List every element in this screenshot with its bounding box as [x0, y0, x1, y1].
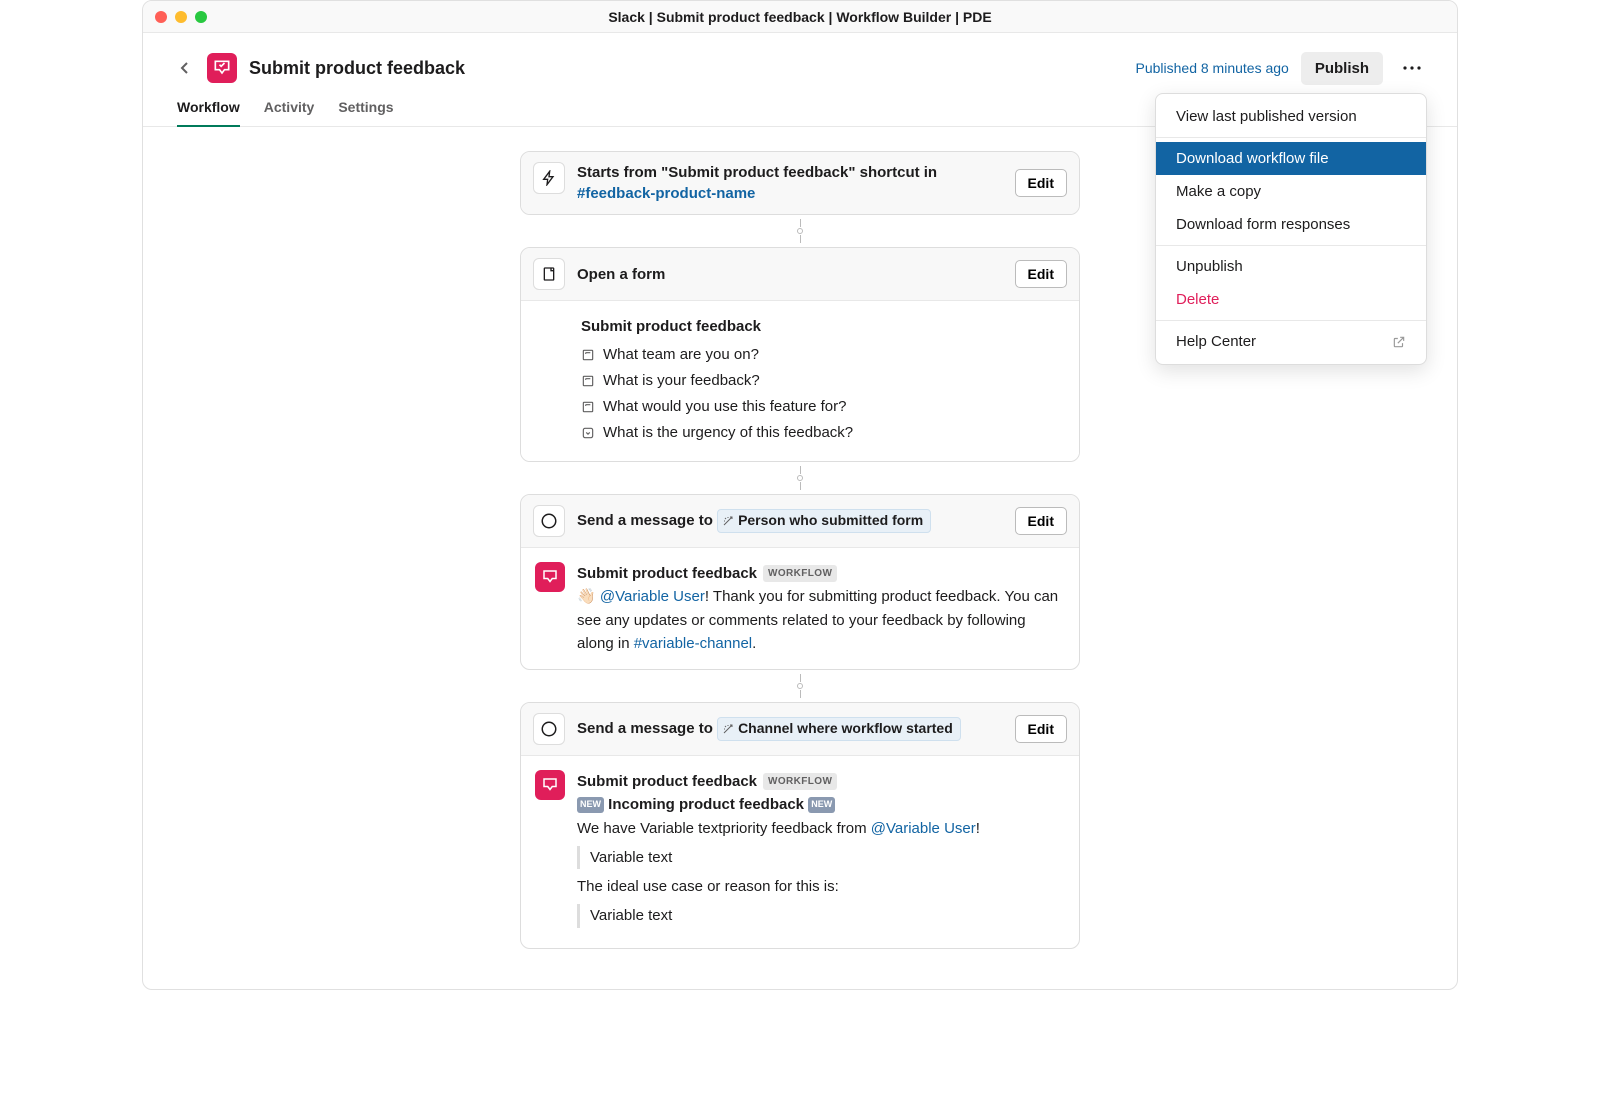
msg1-edit-button[interactable]: Edit	[1015, 507, 1067, 535]
page-title: Submit product feedback	[249, 58, 465, 79]
menu-make-copy[interactable]: Make a copy	[1156, 175, 1426, 208]
trigger-title: Starts from "Submit product feedback" sh…	[577, 162, 1003, 204]
published-status[interactable]: Published 8 minutes ago	[1136, 60, 1289, 76]
msg1-text-end: .	[752, 635, 756, 652]
msg2-body: Submit product feedback WORKFLOW NEW Inc…	[521, 755, 1079, 948]
form-field-label: What is the urgency of this feedback?	[603, 421, 853, 445]
msg2-prefix: Send a message to	[577, 720, 717, 737]
menu-help-center[interactable]: Help Center	[1156, 325, 1426, 358]
menu-help-center-label: Help Center	[1176, 333, 1256, 350]
titlebar: Slack | Submit product feedback | Workfl…	[143, 1, 1457, 33]
menu-view-last-published[interactable]: View last published version	[1156, 100, 1426, 133]
msg2-line2: The ideal use case or reason for this is…	[577, 875, 980, 898]
step-message-1: Send a message to Person who submitted f…	[520, 494, 1080, 670]
user-mention[interactable]: @Variable User	[600, 588, 705, 605]
message1-title: Send a message to Person who submitted f…	[577, 509, 931, 533]
menu-divider	[1156, 245, 1426, 246]
more-actions-button[interactable]	[1395, 51, 1429, 85]
wand-icon	[722, 515, 734, 527]
menu-unpublish[interactable]: Unpublish	[1156, 250, 1426, 283]
msg2-line1-before: We have Variable textpriority feedback f…	[577, 820, 871, 837]
form-icon	[533, 258, 565, 290]
message-icon	[533, 505, 565, 537]
step-message-2: Send a message to Channel where workflow…	[520, 702, 1080, 949]
trigger-text: Starts from "Submit product feedback" sh…	[577, 164, 937, 181]
form-edit-button[interactable]: Edit	[1015, 260, 1067, 288]
msg2-headline-text: Incoming product feedback	[604, 796, 808, 813]
msg2-line1-after: !	[976, 820, 980, 837]
text-field-icon	[581, 400, 595, 414]
form-field-label: What would you use this feature for?	[603, 395, 846, 419]
new-badge-icon: NEW	[577, 797, 604, 813]
msg1-prefix: Send a message to	[577, 512, 717, 529]
recipient-label: Channel where workflow started	[738, 719, 953, 739]
page-header: Submit product feedback Published 8 minu…	[143, 33, 1457, 85]
menu-download-workflow-file[interactable]: Download workflow file	[1156, 142, 1426, 175]
form-field-3: What is the urgency of this feedback?	[581, 421, 1065, 445]
message2-title: Send a message to Channel where workflow…	[577, 717, 961, 741]
menu-divider	[1156, 320, 1426, 321]
form-step-title: Open a form	[577, 264, 665, 285]
workflow-badge: WORKFLOW	[763, 565, 837, 583]
msg2-line1: We have Variable textpriority feedback f…	[577, 817, 980, 840]
tab-activity[interactable]: Activity	[264, 99, 315, 126]
recipient-variable-chip[interactable]: Channel where workflow started	[717, 717, 961, 741]
form-field-label: What is your feedback?	[603, 369, 760, 393]
menu-download-form-responses[interactable]: Download form responses	[1156, 208, 1426, 241]
tab-workflow[interactable]: Workflow	[177, 99, 240, 127]
wand-icon	[722, 723, 734, 735]
step-connector	[797, 462, 803, 494]
channel-link[interactable]: #variable-channel	[634, 635, 752, 652]
step-connector	[797, 670, 803, 702]
msg2-edit-button[interactable]: Edit	[1015, 715, 1067, 743]
user-mention[interactable]: @Variable User	[871, 820, 976, 837]
publish-button[interactable]: Publish	[1301, 52, 1383, 85]
text-field-icon	[581, 348, 595, 362]
msg2-headline: NEW Incoming product feedback NEW	[577, 793, 980, 816]
window-title: Slack | Submit product feedback | Workfl…	[143, 9, 1457, 25]
new-badge-icon: NEW	[808, 797, 835, 813]
form-field-2: What would you use this feature for?	[581, 395, 1065, 419]
message-icon	[533, 713, 565, 745]
form-field-label: What team are you on?	[603, 343, 759, 367]
step-form: Open a form Edit Submit product feedback…	[520, 247, 1080, 462]
step-connector	[797, 215, 803, 247]
msg1-body: Submit product feedback WORKFLOW 👋🏻 @Var…	[521, 547, 1079, 669]
more-actions-menu: View last published version Download wor…	[1155, 93, 1427, 365]
app-window: Slack | Submit product feedback | Workfl…	[142, 0, 1458, 990]
select-field-icon	[581, 426, 595, 440]
step-trigger: Starts from "Submit product feedback" sh…	[520, 151, 1080, 215]
recipient-variable-chip[interactable]: Person who submitted form	[717, 509, 931, 533]
quote-block-1: Variable text	[577, 846, 980, 869]
quote-block-2: Variable text	[577, 904, 980, 927]
menu-delete[interactable]: Delete	[1156, 283, 1426, 316]
msg1-text: 👋🏻 @Variable User! Thank you for submitt…	[577, 585, 1065, 655]
workflow-badge: WORKFLOW	[763, 773, 837, 791]
form-body: Submit product feedback What team are yo…	[521, 300, 1079, 461]
tab-settings[interactable]: Settings	[338, 99, 393, 126]
trigger-edit-button[interactable]: Edit	[1015, 169, 1067, 197]
workflow-avatar-icon	[535, 562, 565, 592]
wave-emoji-icon: 👋🏻	[577, 588, 596, 605]
form-title: Submit product feedback	[581, 315, 1065, 339]
external-link-icon	[1392, 335, 1406, 349]
workflow-avatar-icon	[535, 770, 565, 800]
form-field-1: What is your feedback?	[581, 369, 1065, 393]
lightning-icon	[533, 162, 565, 194]
text-field-icon	[581, 374, 595, 388]
recipient-label: Person who submitted form	[738, 511, 923, 531]
back-button[interactable]	[171, 54, 199, 82]
msg1-sender: Submit product feedback	[577, 562, 757, 585]
trigger-channel-link[interactable]: #feedback-product-name	[577, 185, 755, 202]
menu-divider	[1156, 137, 1426, 138]
msg2-sender: Submit product feedback	[577, 770, 757, 793]
form-field-0: What team are you on?	[581, 343, 1065, 367]
workflow-app-icon	[207, 53, 237, 83]
